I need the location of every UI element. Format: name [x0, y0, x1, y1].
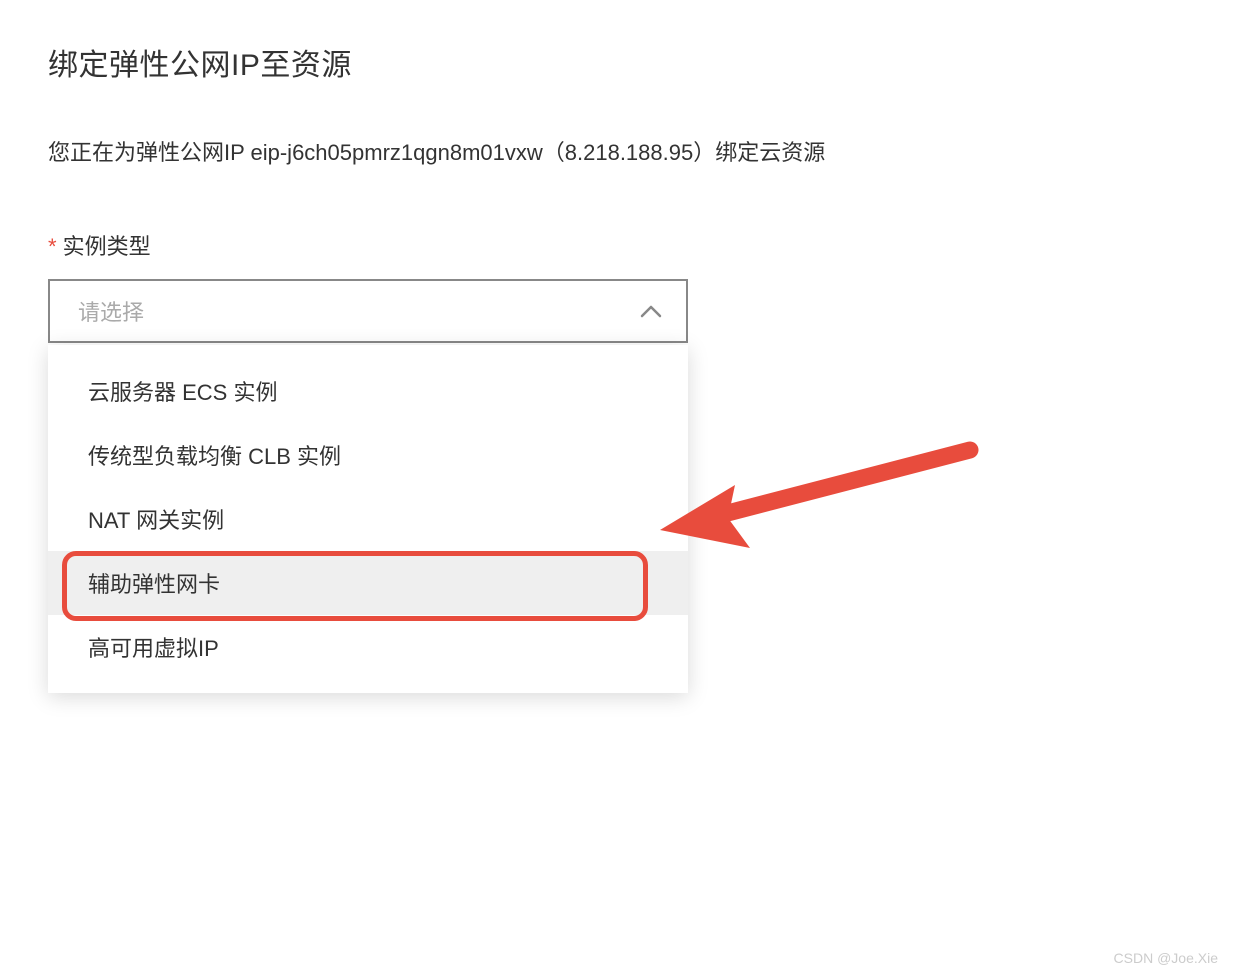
- instance-type-select[interactable]: 请选择: [48, 279, 688, 343]
- instance-type-label: *实例类型: [48, 229, 1186, 261]
- option-havip[interactable]: 高可用虚拟IP: [48, 615, 688, 679]
- required-asterisk: *: [48, 234, 57, 259]
- option-label: 辅助弹性网卡: [88, 567, 220, 599]
- instance-type-dropdown: 云服务器 ECS 实例 传统型负载均衡 CLB 实例 NAT 网关实例 辅助弹性…: [48, 345, 688, 693]
- page-title: 绑定弹性公网IP至资源: [48, 40, 1186, 84]
- instance-type-label-text: 实例类型: [63, 234, 151, 259]
- select-placeholder-text: 请选择: [78, 295, 144, 327]
- chevron-up-icon: [640, 304, 662, 318]
- option-label: 高可用虚拟IP: [88, 631, 219, 663]
- watermark-text: CSDN @Joe.Xie: [1114, 950, 1218, 966]
- instance-type-form-group: *实例类型 请选择 云服务器 ECS 实例 传统型负载均衡 CLB 实例 NAT…: [48, 229, 1186, 693]
- option-label: NAT 网关实例: [88, 503, 224, 535]
- option-label: 传统型负载均衡 CLB 实例: [88, 439, 341, 471]
- option-ecs[interactable]: 云服务器 ECS 实例: [48, 359, 688, 423]
- option-secondary-eni[interactable]: 辅助弹性网卡: [48, 551, 688, 615]
- binding-description: 您正在为弹性公网IP eip-j6ch05pmrz1qgn8m01vxw（8.2…: [48, 136, 1186, 169]
- option-label: 云服务器 ECS 实例: [88, 375, 277, 407]
- option-clb[interactable]: 传统型负载均衡 CLB 实例: [48, 423, 688, 487]
- option-nat[interactable]: NAT 网关实例: [48, 487, 688, 551]
